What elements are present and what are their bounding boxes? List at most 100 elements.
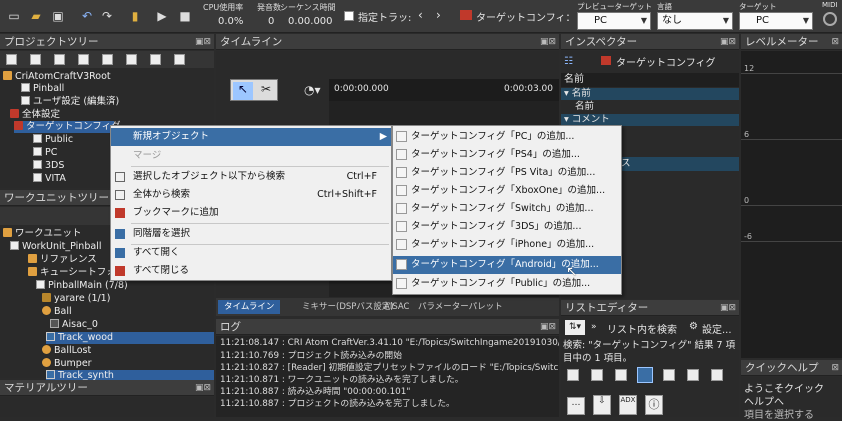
stop-icon[interactable]: ■ <box>176 7 194 25</box>
tree-item[interactable]: BallLost <box>42 345 91 357</box>
tree-item[interactable]: CriAtomCraftV3Root <box>3 71 111 83</box>
add-object-icon[interactable] <box>54 54 65 65</box>
menu-item-select-siblings[interactable]: 同階層を選択 <box>111 225 391 243</box>
filter-icon[interactable] <box>687 369 699 381</box>
submenu-item-add-pc[interactable]: ターゲットコンフィグ「PC」の追加... <box>393 128 621 146</box>
panel-controls-icon[interactable]: ▣⊠ <box>540 34 556 50</box>
panel-controls-icon[interactable]: ▣⊠ <box>540 319 556 335</box>
preview-target-select[interactable]: PC ▼ <box>577 12 651 30</box>
sort-dropdown[interactable]: ⇅▾ <box>565 320 585 335</box>
menu-item-search-all[interactable]: 全体から検索 Ctrl+Shift+F <box>111 186 391 204</box>
download-icon[interactable]: ⇩ <box>593 395 611 415</box>
tree-item[interactable]: 3DS <box>33 160 64 172</box>
target-select[interactable]: PC ▼ <box>739 12 813 30</box>
chevron-left-icon[interactable]: ‹ <box>418 8 423 22</box>
filter-icon[interactable] <box>711 369 723 381</box>
play-icon[interactable]: ▶ <box>153 7 171 25</box>
filter-icon[interactable] <box>615 369 627 381</box>
tree-item[interactable]: PinballMain (7/8) <box>36 280 128 292</box>
adx-hca-icon[interactable]: ADX <box>619 395 637 415</box>
filter-icon[interactable] <box>567 369 579 381</box>
new-object-submenu: ターゲットコンフィグ「PC」の追加... ターゲットコンフィグ「PS4」の追加.… <box>392 125 622 295</box>
menu-item-bookmark[interactable]: ブックマークに追加 <box>111 204 391 222</box>
tree-item[interactable]: ワークユニット <box>3 228 82 240</box>
submenu-item-add-xboxone[interactable]: ターゲットコンフィグ「XboxOne」の追加... <box>393 182 621 200</box>
menu-item-new-object[interactable]: 新規オブジェクト ▶ <box>111 128 391 146</box>
list-view-icon[interactable]: ☷ <box>564 56 573 67</box>
comment-icon[interactable]: … <box>567 397 585 415</box>
undo-icon[interactable]: ↶ <box>78 7 96 25</box>
tree-item[interactable]: 全体設定 <box>10 109 60 121</box>
add-object-icon[interactable] <box>150 54 161 65</box>
build-icon[interactable]: ▮ <box>126 7 144 25</box>
tab-aisac[interactable]: AISAC <box>378 300 415 314</box>
submenu-item-add-psvita[interactable]: ターゲットコンフィグ「PS Vita」の追加... <box>393 164 621 182</box>
add-object-icon[interactable] <box>78 54 89 65</box>
midi-knob-icon[interactable] <box>823 12 837 26</box>
tree-item[interactable]: Bumper <box>42 358 92 370</box>
menu-shortcut: Ctrl+Shift+F <box>317 189 377 200</box>
tree-item[interactable]: リファレンス <box>28 254 97 266</box>
menu-item-label: 新規オブジェクト <box>133 131 210 142</box>
time-ruler: 0:00:00.000 0:00:03.00 <box>329 79 559 101</box>
tree-item[interactable]: VITA <box>33 173 66 185</box>
info-icon[interactable]: ⓘ <box>645 395 663 415</box>
panel-controls-icon[interactable]: ⊠ <box>831 34 839 50</box>
tree-item[interactable]: ユーザ設定 (編集済) <box>21 96 119 108</box>
tree-item[interactable]: Public <box>33 134 73 146</box>
gear-icon[interactable]: ⚙ <box>689 321 698 332</box>
menu-item-collapse-all[interactable]: すべて閉じる <box>111 262 391 280</box>
tree-item-selected[interactable]: Track_wood <box>46 332 214 344</box>
menu-item-expand-all[interactable]: すべて開く <box>111 244 391 262</box>
submenu-item-add-ps4[interactable]: ターゲットコンフィグ「PS4」の追加... <box>393 146 621 164</box>
menu-item-search-below[interactable]: 選択したオブジェクト以下から検索 Ctrl+F <box>111 168 391 186</box>
tree-item[interactable]: WorkUnit_Pinball <box>10 241 101 253</box>
open-folder-icon[interactable]: ▰ <box>27 7 45 25</box>
panel-controls-icon[interactable]: ▣⊠ <box>720 300 736 316</box>
menu-item-merge[interactable]: マージ <box>111 147 391 165</box>
save-icon[interactable]: ▣ <box>49 7 67 25</box>
search-in-list-button[interactable]: リスト内を検索 <box>607 321 677 336</box>
level-meter-header: レベルメーター ⊠ <box>741 34 842 50</box>
tree-item[interactable]: Pinball <box>21 83 64 95</box>
panel-controls-icon[interactable]: ▣⊠ <box>720 34 736 50</box>
spec-track-checkbox[interactable] <box>344 11 354 21</box>
settings-button[interactable]: 設定... <box>702 321 732 336</box>
add-object-icon[interactable] <box>30 54 41 65</box>
add-object-icon[interactable] <box>102 54 113 65</box>
tree-item[interactable]: Aisac_0 <box>50 319 98 331</box>
tree-item-selected[interactable]: ターゲットコンフィグ <box>14 121 121 133</box>
submenu-item-add-3ds[interactable]: ターゲットコンフィグ「3DS」の追加... <box>393 218 621 236</box>
cursor-tool-icon[interactable]: ↖ <box>233 82 253 100</box>
chevron-right-icon[interactable]: › <box>436 8 441 22</box>
tree-item-label: Track_wood <box>58 332 114 343</box>
context-menu: 新規オブジェクト ▶ マージ 選択したオブジェクト以下から検索 Ctrl+F 全… <box>110 125 392 281</box>
inspector-row[interactable]: 名前 <box>561 101 739 113</box>
tree-item[interactable]: Ball <box>42 306 72 318</box>
clock-icon[interactable]: ◔▾ <box>304 83 321 97</box>
submenu-item-add-public[interactable]: ターゲットコンフィグ「Public」の追加... <box>393 275 621 293</box>
timeline-tab-bar: タイムライン ミキサー(DSPバス設定) AISAC パラメーターパレット <box>216 298 559 316</box>
scissors-tool-icon[interactable]: ✂ <box>256 82 276 100</box>
language-select[interactable]: なし ▼ <box>657 12 733 30</box>
tab-timeline[interactable]: タイムライン <box>218 300 281 314</box>
tree-item[interactable]: PC <box>33 147 57 159</box>
new-file-icon[interactable]: ▭ <box>5 7 23 25</box>
redo-icon[interactable]: ↷ <box>98 7 116 25</box>
submenu-item-add-android[interactable]: ターゲットコンフィグ「Android」の追加... <box>393 256 621 274</box>
tab-parameter-palette[interactable]: パラメーターパレット <box>412 300 509 314</box>
filter-icon-active[interactable] <box>637 367 653 383</box>
panel-controls-icon[interactable]: ▣⊠ <box>195 380 211 396</box>
filter-icon[interactable] <box>663 369 675 381</box>
add-object-icon[interactable] <box>6 54 17 65</box>
add-object-icon[interactable] <box>126 54 137 65</box>
filter-icon[interactable] <box>591 369 603 381</box>
panel-controls-icon[interactable]: ▣⊠ <box>195 34 211 50</box>
tree-item-label: リファレンス <box>40 254 97 265</box>
panel-controls-icon[interactable]: ⊠ <box>831 360 839 376</box>
tree-item[interactable]: yarare (1/1) <box>42 293 110 305</box>
inspector-group-name[interactable]: ▾ 名前 <box>561 88 739 100</box>
add-object-icon[interactable] <box>174 54 185 65</box>
submenu-item-add-switch[interactable]: ターゲットコンフィグ「Switch」の追加... <box>393 200 621 218</box>
submenu-item-add-iphone[interactable]: ターゲットコンフィグ「iPhone」の追加... <box>393 236 621 254</box>
